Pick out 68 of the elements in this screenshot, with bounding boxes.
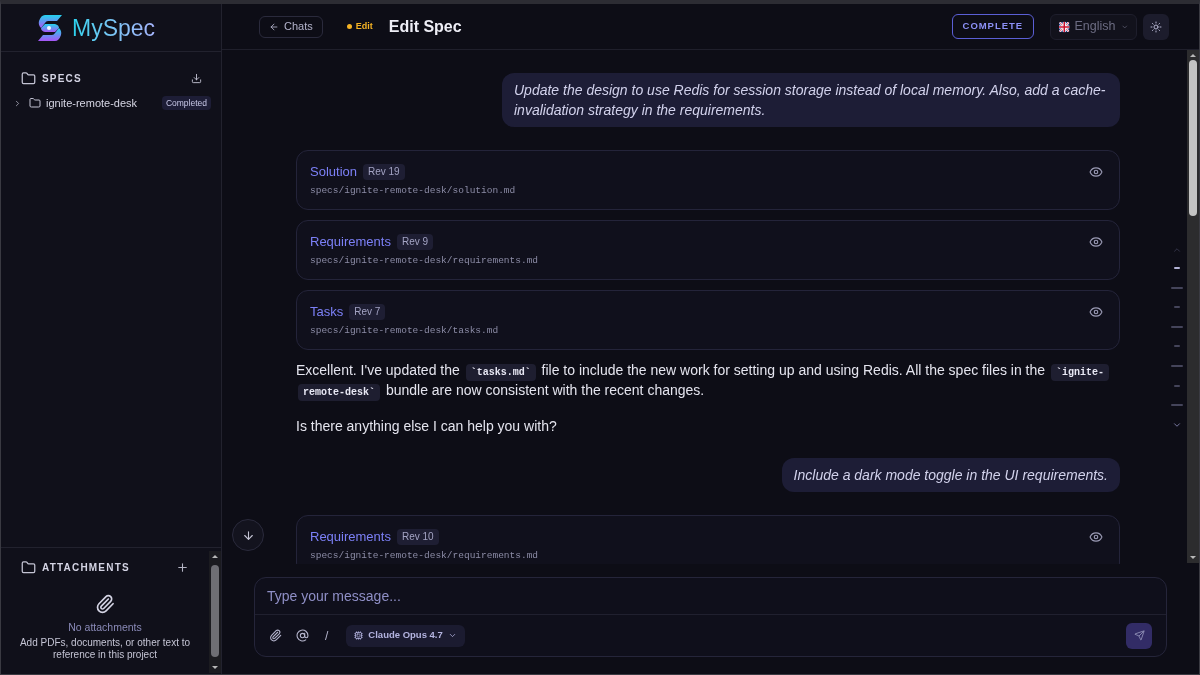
scrollbar[interactable] [1187,50,1199,563]
file-card[interactable]: Solution Rev 19 specs/ignite-remote-desk/solution.md [296,150,1120,210]
theme-toggle-button[interactable] [1143,13,1169,40]
chevron-right-icon[interactable] [13,98,22,108]
paperclip-icon[interactable] [269,629,282,642]
chevron-down-icon [447,631,457,640]
paperclip-icon [95,594,115,614]
revision-badge: Rev 9 [396,234,434,250]
empty-title: No attachments [68,621,142,634]
page-title: Edit Spec [388,16,462,37]
file-card[interactable]: Requirements Rev 9 specs/ignite-remote-desk/requirements.md [296,220,1120,280]
logo-icon [36,13,64,42]
section-title: ATTACHMENTS [42,560,131,575]
file-title[interactable]: Solution [310,162,357,182]
plus-icon[interactable] [176,560,189,574]
file-card[interactable]: Tasks Rev 7 specs/ignite-remote-desk/tasks.md [296,290,1120,350]
status-badge: Completed [161,96,211,110]
arrow-down-icon [241,528,255,542]
user-message: Update the design to use Redis for session storage instead of local memory. Also, add a cache-invalidation strategy in the requirements. [502,73,1120,127]
revision-badge: Rev 7 [349,304,386,320]
mode-label: Edit [355,19,373,33]
at-sign-icon[interactable] [296,629,309,642]
outline-marker[interactable] [1171,364,1183,367]
outline-marker[interactable] [1174,267,1180,269]
outline-marker[interactable] [1171,404,1183,407]
file-title[interactable]: Requirements [310,232,391,252]
file-title[interactable]: Tasks [310,302,344,322]
eye-icon[interactable] [1089,235,1103,249]
eye-icon[interactable] [1089,305,1103,319]
arrow-left-icon [269,21,279,32]
spec-item[interactable]: ignite-remote-desk [46,94,162,112]
folder-icon [21,559,36,575]
back-button[interactable]: Chats [259,15,323,38]
language-select[interactable]: English [1050,13,1137,40]
download-icon[interactable] [191,72,202,84]
outline-marker[interactable] [1171,325,1183,328]
file-path: specs/ignite-remote-desk/solution.md [310,185,517,197]
outline-marker[interactable] [1174,384,1180,387]
folder-icon [21,70,36,86]
message-input[interactable]: Type your message... [267,585,1154,607]
file-path: specs/ignite-remote-desk/requirements.md [310,255,540,267]
scroll-down-button[interactable] [232,519,264,551]
section-title: SPECS [42,71,83,86]
slash-command-button[interactable]: / [325,626,329,645]
revision-badge: Rev 19 [363,164,405,180]
file-path: specs/ignite-remote-desk/requirements.md [310,550,540,562]
send-icon [1133,630,1145,641]
chip-icon [354,631,364,640]
send-button[interactable] [1126,622,1152,649]
outline-marker[interactable] [1171,286,1183,289]
revision-badge: Rev 10 [396,529,439,545]
model-select[interactable]: Claude Opus 4.7 [346,624,465,647]
flag-icon [1059,19,1070,34]
eye-icon[interactable] [1089,165,1103,179]
user-message: Include a dark mode toggle in the UI requirements. [781,458,1120,492]
file-card[interactable]: Requirements Rev 10 specs/ignite-remote-desk/requirements.md [296,515,1120,564]
empty-description: Add PDFs, documents, or other text to reference in this project [18,637,192,661]
eye-icon[interactable] [1089,530,1103,544]
file-path: specs/ignite-remote-desk/tasks.md [310,325,500,337]
folder-icon [29,97,41,109]
outline-marker[interactable] [1174,345,1180,348]
complete-button[interactable]: COMPLETE [951,14,1034,39]
scrollbar[interactable] [209,551,221,673]
sun-icon [1150,20,1162,33]
assistant-message: Is there anything else I can help you with? [296,417,558,436]
message-composer[interactable]: Type your message... / Claude Opus 4.7 [254,577,1167,657]
file-title[interactable]: Requirements [310,527,391,547]
outline-marker[interactable] [1174,306,1180,309]
